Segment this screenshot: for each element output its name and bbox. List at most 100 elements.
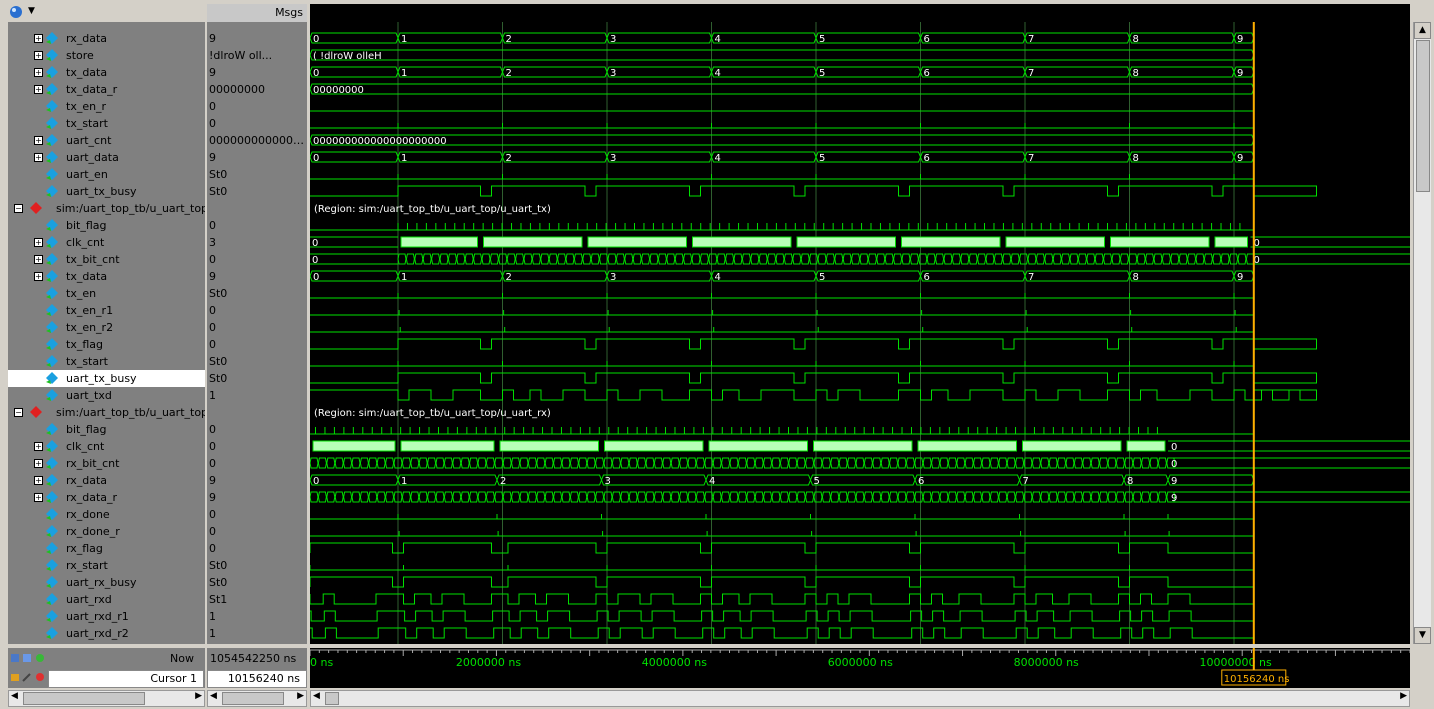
scroll-up-button[interactable]: ▲ [1414,22,1431,39]
bus-segment [788,491,798,503]
bus-segment [1031,491,1041,503]
scroll-down-button[interactable]: ▼ [1414,627,1431,644]
waveform-canvas[interactable]: 0 1 2 3 4 5 6 7 8 9( !dlroW olleH0 1 2 3 4 5 6 7 8 9000000… [310,22,1410,644]
bus-segment [506,253,516,265]
signal-row[interactable]: + rx_data [8,472,205,489]
signal-row[interactable]: + tx_bit_cnt [8,251,205,268]
signal-name: uart_txd [66,389,112,402]
signal-row[interactable]: uart_txd [8,387,205,404]
signal-row[interactable]: − sim:/uart_top_tb/u_uart_top... [8,200,205,217]
signal-row[interactable]: rx_start [8,557,205,574]
expand-icon[interactable]: + [34,136,43,145]
signal-name: tx_en [66,287,97,300]
expand-icon[interactable]: + [34,34,43,43]
signal-name: uart_rxd_r2 [66,627,129,640]
signal-row[interactable]: rx_flag [8,540,205,557]
signal-row[interactable]: uart_en [8,166,205,183]
collapse-icon[interactable]: − [14,408,23,417]
signal-row[interactable]: tx_en [8,285,205,302]
region-diamond-icon [30,202,42,214]
signal-row[interactable]: + tx_data [8,64,205,81]
signal-row[interactable]: + rx_data [8,30,205,47]
bus-segment [708,253,718,265]
values-scroll-thumb[interactable] [222,692,284,705]
bus-segment [1132,457,1142,469]
signal-row[interactable]: + clk_cnt [8,234,205,251]
timeline-ruler[interactable]: 0 ns 2000000 ns 4000000 ns 6000000 ns 800000… [310,648,1410,688]
signal-row[interactable]: rx_done [8,506,205,523]
bus-segment [1141,491,1151,503]
signal-row[interactable]: bit_flag [8,217,205,234]
timeline-canvas[interactable]: 0 ns 2000000 ns 4000000 ns 6000000 ns 800000… [310,648,1410,688]
bus-segment [1006,457,1016,469]
bus-segment [1178,253,1188,265]
signal-row[interactable]: + rx_bit_cnt [8,455,205,472]
signal-row[interactable]: + uart_data [8,149,205,166]
expand-icon[interactable]: + [34,51,43,60]
signal-row[interactable]: + clk_cnt [8,438,205,455]
signal-row[interactable]: uart_rxd_r2 [8,625,205,642]
expand-icon[interactable]: + [34,272,43,281]
bus-segment [359,457,369,469]
collapse-icon[interactable]: − [14,204,23,213]
bus-segment [1061,253,1071,265]
values-horizontal-scrollbar[interactable]: ◀ ▶ [207,690,307,707]
expand-icon[interactable]: + [34,493,43,502]
signal-row[interactable]: tx_start [8,353,205,370]
scroll-left-icon[interactable]: ◀ [210,691,217,701]
expand-icon[interactable]: + [34,476,43,485]
signal-row[interactable]: + tx_data_r [8,81,205,98]
expand-icon[interactable]: + [34,85,43,94]
scroll-right-icon[interactable]: ▶ [195,691,202,701]
names-scroll-thumb[interactable] [23,692,145,705]
expand-icon[interactable]: + [34,68,43,77]
signal-row[interactable]: + uart_cnt [8,132,205,149]
scroll-right-icon[interactable]: ▶ [297,691,304,701]
bus-segment [578,491,588,503]
footer-toolbar-icons[interactable] [10,652,50,664]
signal-row[interactable]: uart_rxd [8,591,205,608]
expand-icon[interactable]: + [34,153,43,162]
signal-row[interactable]: + store [8,47,205,64]
signal-name: tx_data [66,66,108,79]
signal-row[interactable]: − sim:/uart_top_tb/u_uart_top... [8,404,205,421]
expand-icon[interactable]: + [34,459,43,468]
names-horizontal-scrollbar[interactable]: ◀ ▶ [8,690,205,707]
signal-row[interactable]: tx_en_r [8,98,205,115]
waveform-panel[interactable]: 0 1 2 3 4 5 6 7 8 9( !dlroW olleH 0 1 2 3 4 5 6 7 8 9 000000… [310,22,1410,644]
expand-icon[interactable]: + [34,238,43,247]
cursor-icons[interactable] [10,671,50,683]
signal-row[interactable]: tx_en_r2 [8,319,205,336]
scroll-right-icon[interactable]: ▶ [1400,691,1407,701]
bus-value-label: ( !dlroW olleH [313,51,382,62]
cursor-name-box[interactable]: Cursor 1 [48,670,204,688]
wave-horizontal-scrollbar[interactable]: ◀ ▶ [310,690,1410,707]
signal-row[interactable]: uart_tx_busy [8,183,205,200]
signal-row[interactable]: uart_tx_busy [8,370,205,387]
signal-row[interactable]: + tx_data [8,268,205,285]
cursor-value-box[interactable]: 10156240 ns [207,670,307,688]
signal-row[interactable]: + rx_data_r [8,489,205,506]
expand-icon[interactable]: + [34,442,43,451]
bus-segment [351,491,361,503]
signal-row[interactable]: rx_done_r [8,523,205,540]
expand-icon[interactable]: + [34,255,43,264]
bus-segment [1019,253,1029,265]
wave-window-menu-icon[interactable] [9,5,25,19]
signal-row[interactable]: tx_start [8,115,205,132]
bus-segment [763,457,773,469]
signal-row[interactable]: uart_rx_busy [8,574,205,591]
vertical-scrollbar[interactable]: ▲ ▼ [1413,22,1431,644]
chevron-down-icon[interactable]: ▼ [28,6,35,16]
scroll-left-icon[interactable]: ◀ [11,691,18,701]
bus-segment [710,66,817,78]
signal-row[interactable]: tx_flag [8,336,205,353]
scroll-left-icon[interactable]: ◀ [313,691,320,701]
signal-row[interactable]: tx_en_r1 [8,302,205,319]
wave-scroll-thumb[interactable] [325,692,339,705]
bus-segment [582,253,592,265]
vertical-scroll-thumb[interactable] [1416,40,1430,192]
signal-row[interactable]: bit_flag [8,421,205,438]
bus-segment [947,491,957,503]
signal-row[interactable]: uart_rxd_r1 [8,608,205,625]
